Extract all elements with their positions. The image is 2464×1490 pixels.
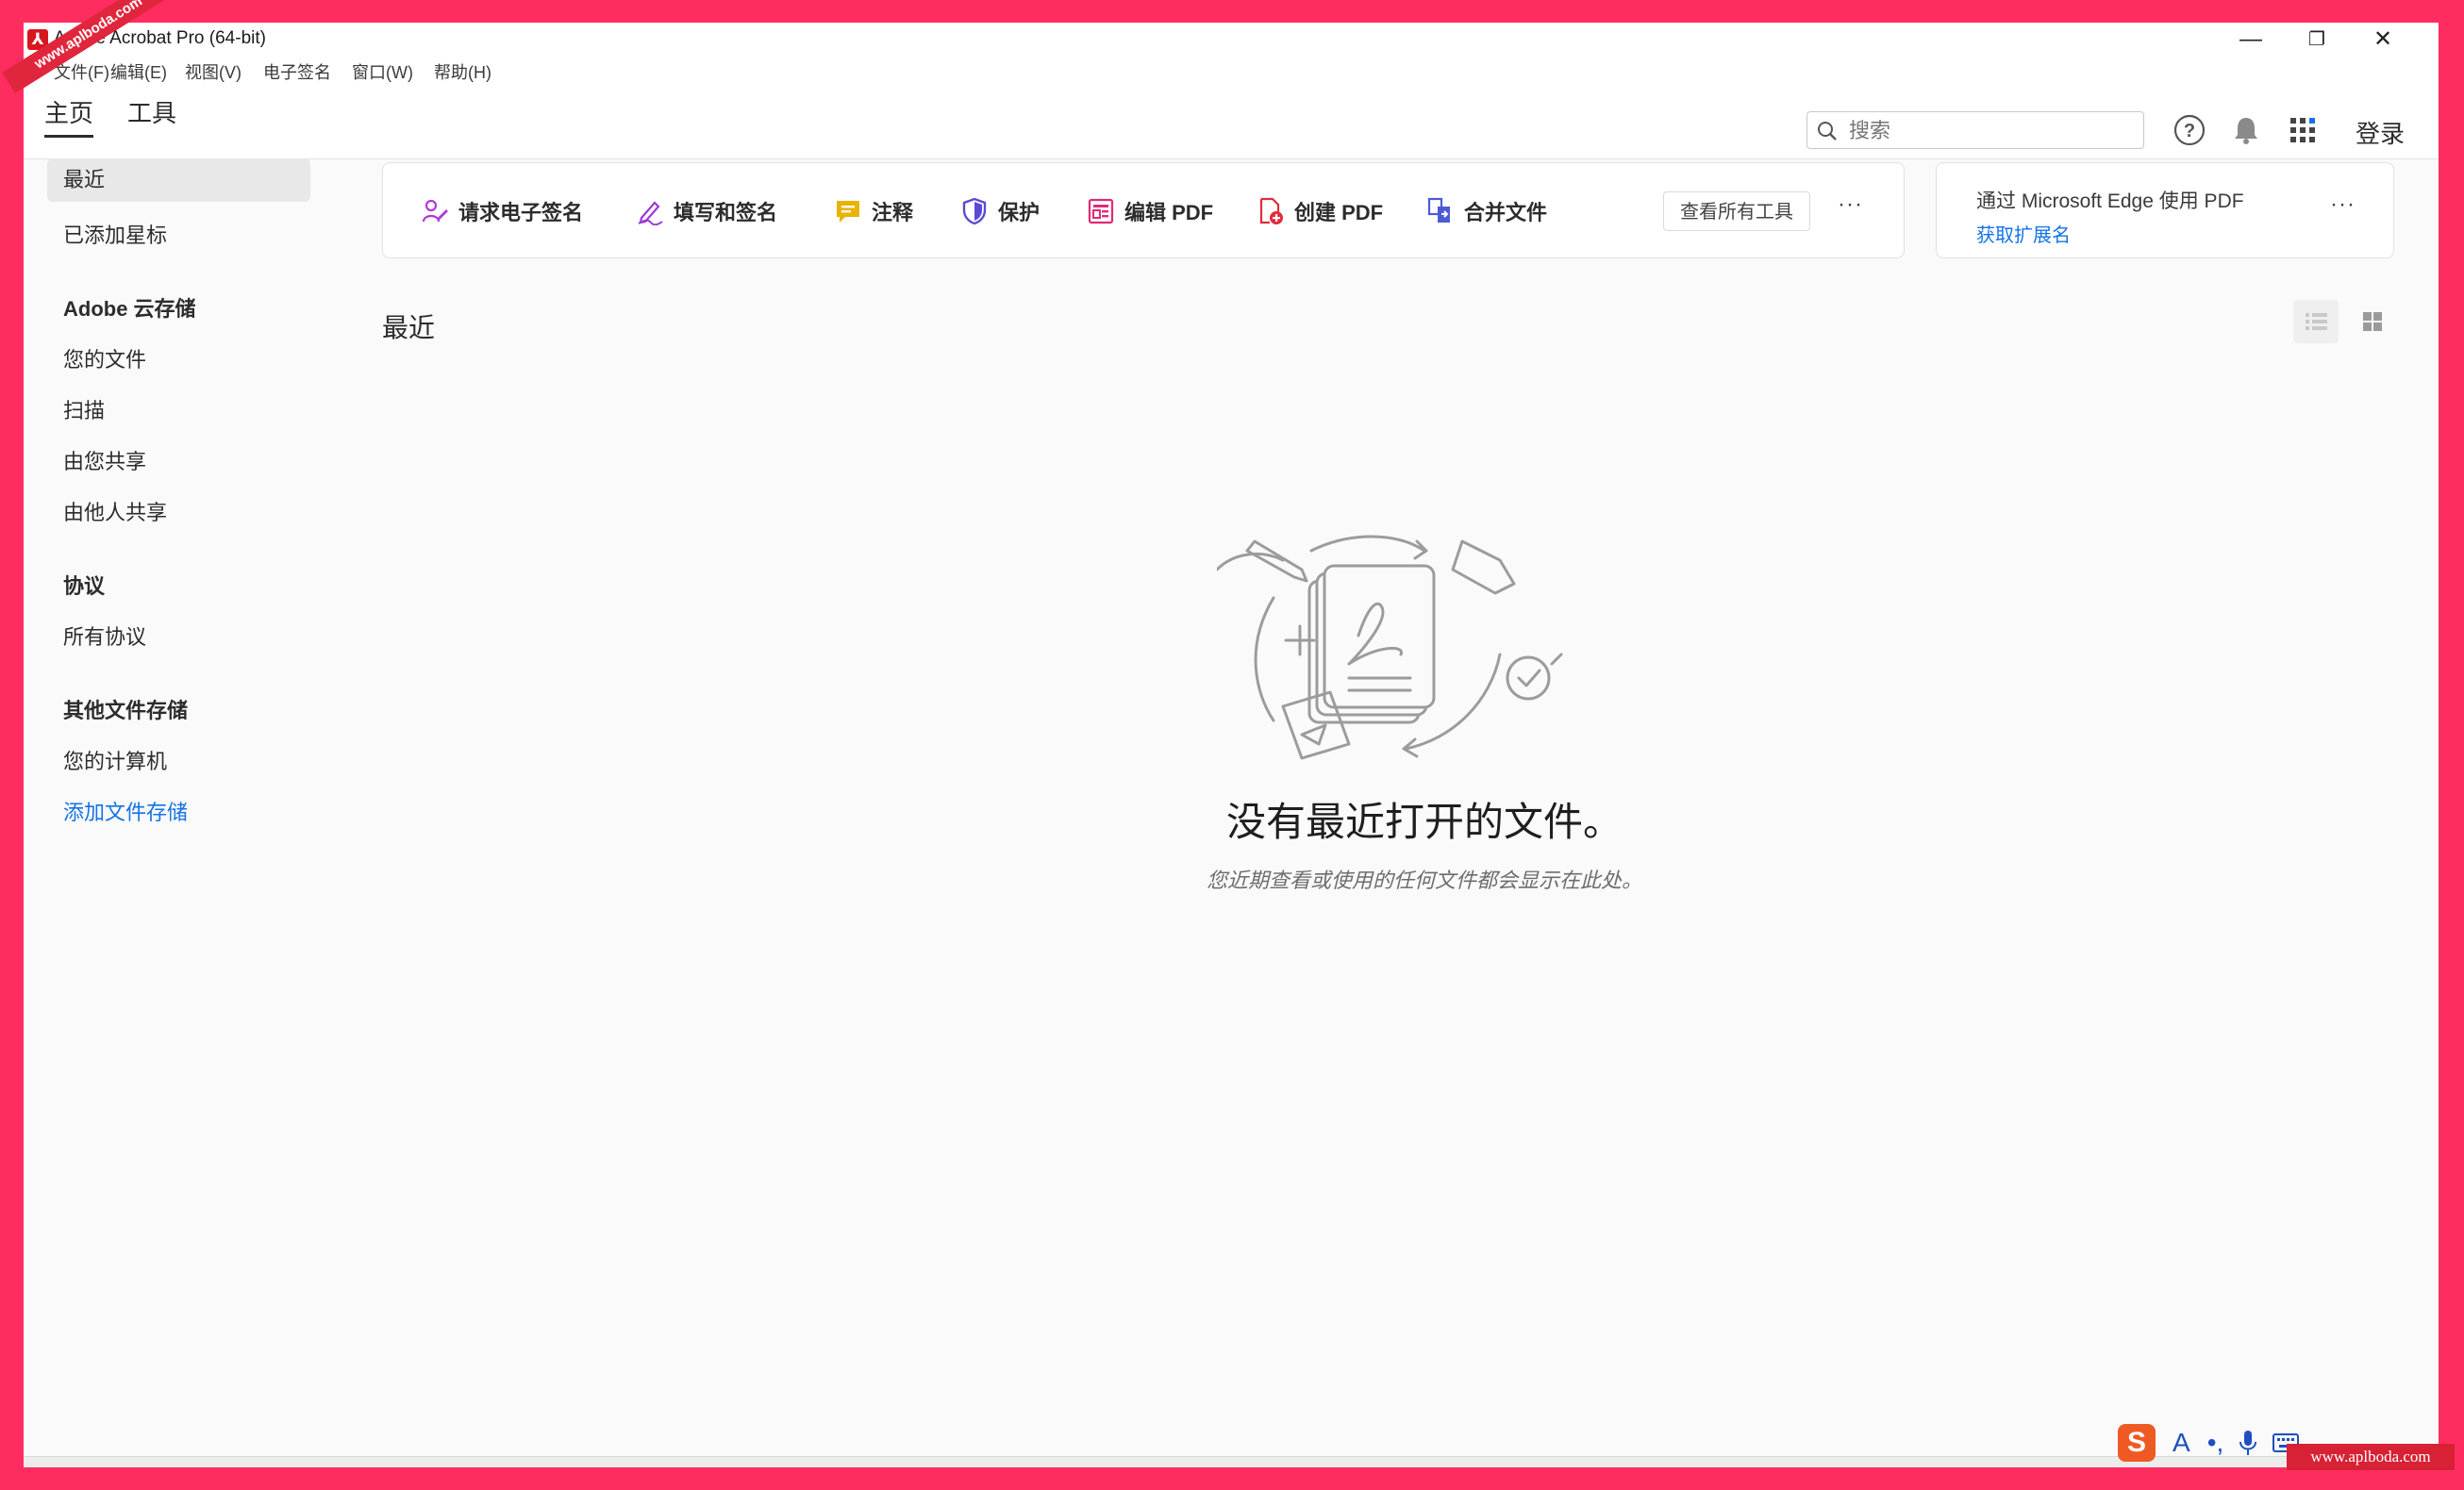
tab-tools[interactable]: 工具: [127, 94, 176, 129]
microphone-icon[interactable]: [2237, 1429, 2259, 1457]
tool-fill-sign[interactable]: 填写和签名: [636, 196, 777, 226]
watermark-bottom: www.aplboda.com: [2287, 1444, 2455, 1470]
view-all-tools-button[interactable]: 查看所有工具: [1663, 191, 1810, 231]
empty-documents-illustration: [1217, 535, 1563, 760]
empty-state-subtitle: 您近期查看或使用的任何文件都会显示在此处。: [1206, 869, 1642, 892]
menu-edit[interactable]: 编辑(E): [110, 59, 167, 84]
main-tabs-bar: 主页 工具 ? 登录: [24, 85, 2439, 159]
acrobat-window: ⅄ Adobe Acrobat Pro (64-bit) — ❐ ✕ 文件(F)…: [24, 23, 2439, 1467]
menu-help[interactable]: 帮助(H): [434, 59, 491, 84]
sidebar-item-scan[interactable]: 扫描: [63, 394, 105, 424]
edge-extension-card: 通过 Microsoft Edge 使用 PDF 获取扩展名 ···: [1936, 162, 2394, 258]
tool-label: 合并文件: [1464, 201, 1548, 224]
menu-bar: 文件(F) 编辑(E) 视图(V) 电子签名 窗口(W) 帮助(H): [24, 57, 2439, 85]
tool-edit-pdf[interactable]: 编辑 PDF: [1087, 196, 1213, 226]
tool-label: 请求电子签名: [458, 201, 584, 224]
combine-files-icon: [1427, 197, 1450, 223]
tool-label: 编辑 PDF: [1124, 201, 1214, 224]
edge-card-title: 通过 Microsoft Edge 使用 PDF: [1976, 190, 2244, 212]
tab-home[interactable]: 主页: [44, 94, 94, 138]
tool-protect[interactable]: 保护: [960, 196, 1040, 226]
grid-view-icon: [2363, 312, 2382, 331]
sidebar-heading-cloud: Adobe 云存储: [63, 297, 196, 321]
get-extension-link[interactable]: 获取扩展名: [1976, 220, 2071, 247]
list-view-button[interactable]: [2293, 300, 2339, 343]
search-input[interactable]: [1847, 118, 2134, 144]
menu-view[interactable]: 视图(V): [185, 59, 241, 84]
status-bar: [24, 1456, 2439, 1467]
restore-button[interactable]: ❐: [2284, 23, 2350, 57]
tool-label: 保护: [998, 201, 1041, 224]
fill-sign-icon: [638, 201, 663, 225]
create-pdf-icon: [1259, 197, 1283, 224]
tools-more-button[interactable]: ···: [1838, 191, 1863, 218]
recent-section-title: 最近: [382, 313, 436, 342]
sidebar-item-your-files[interactable]: 您的文件: [63, 343, 146, 373]
tool-request-signature[interactable]: 请求电子签名: [421, 196, 583, 226]
sidebar-item-your-computer[interactable]: 您的计算机: [63, 745, 167, 775]
edit-pdf-icon: [1088, 198, 1114, 224]
request-signature-icon: [422, 199, 448, 223]
apps-grid-icon[interactable]: [2284, 111, 2322, 149]
sidebar-heading-other-storage: 其他文件存储: [63, 699, 189, 722]
menu-window[interactable]: 窗口(W): [352, 59, 413, 84]
sidebar-item-shared-by-you[interactable]: 由您共享: [63, 445, 146, 475]
tool-create-pdf[interactable]: 创建 PDF: [1257, 196, 1383, 226]
ime-mode-indicator[interactable]: A: [2173, 1428, 2190, 1458]
login-button[interactable]: 登录: [2356, 115, 2405, 150]
sidebar-item-recent[interactable]: 最近: [47, 158, 310, 202]
sogou-ime-icon[interactable]: S: [2118, 1424, 2156, 1462]
sidebar-item-starred[interactable]: 已添加星标: [63, 219, 167, 249]
sidebar-heading-agreements: 协议: [63, 574, 106, 598]
sidebar-item-shared-by-others[interactable]: 由他人共享: [63, 496, 167, 526]
protect-icon: [962, 197, 987, 225]
punctuation-icon[interactable]: •,: [2207, 1428, 2224, 1458]
svg-text:?: ?: [2184, 121, 2195, 141]
grid-view-button[interactable]: [2350, 300, 2395, 343]
search-box[interactable]: [1806, 111, 2144, 149]
list-view-icon: [2306, 313, 2327, 330]
comment-icon: [837, 201, 859, 223]
ime-toolbar: S A •,: [2118, 1424, 2300, 1462]
search-icon: [1818, 122, 1837, 141]
sidebar-item-all-agreements[interactable]: 所有协议: [63, 621, 146, 651]
tool-comment[interactable]: 注释: [834, 196, 913, 226]
tool-label: 填写和签名: [674, 201, 778, 224]
tool-label: 注释: [872, 201, 914, 224]
help-icon[interactable]: ?: [2171, 111, 2208, 149]
title-bar: ⅄ Adobe Acrobat Pro (64-bit) — ❐ ✕: [24, 23, 2439, 57]
menu-esign[interactable]: 电子签名: [263, 59, 331, 84]
notification-bell-icon[interactable]: [2227, 111, 2265, 149]
edge-card-more-button[interactable]: ···: [2330, 191, 2356, 218]
minimize-button[interactable]: —: [2218, 23, 2284, 57]
empty-state-title: 没有最近打开的文件。: [1225, 800, 1623, 844]
close-button[interactable]: ✕: [2350, 23, 2416, 57]
tool-combine-files[interactable]: 合并文件: [1426, 196, 1547, 226]
quick-tools-card: 请求电子签名 填写和签名 注释 保护 编辑 PDF 创建 PDF 合并文件 查看…: [382, 162, 1905, 258]
tool-label: 创建 PDF: [1294, 201, 1384, 224]
